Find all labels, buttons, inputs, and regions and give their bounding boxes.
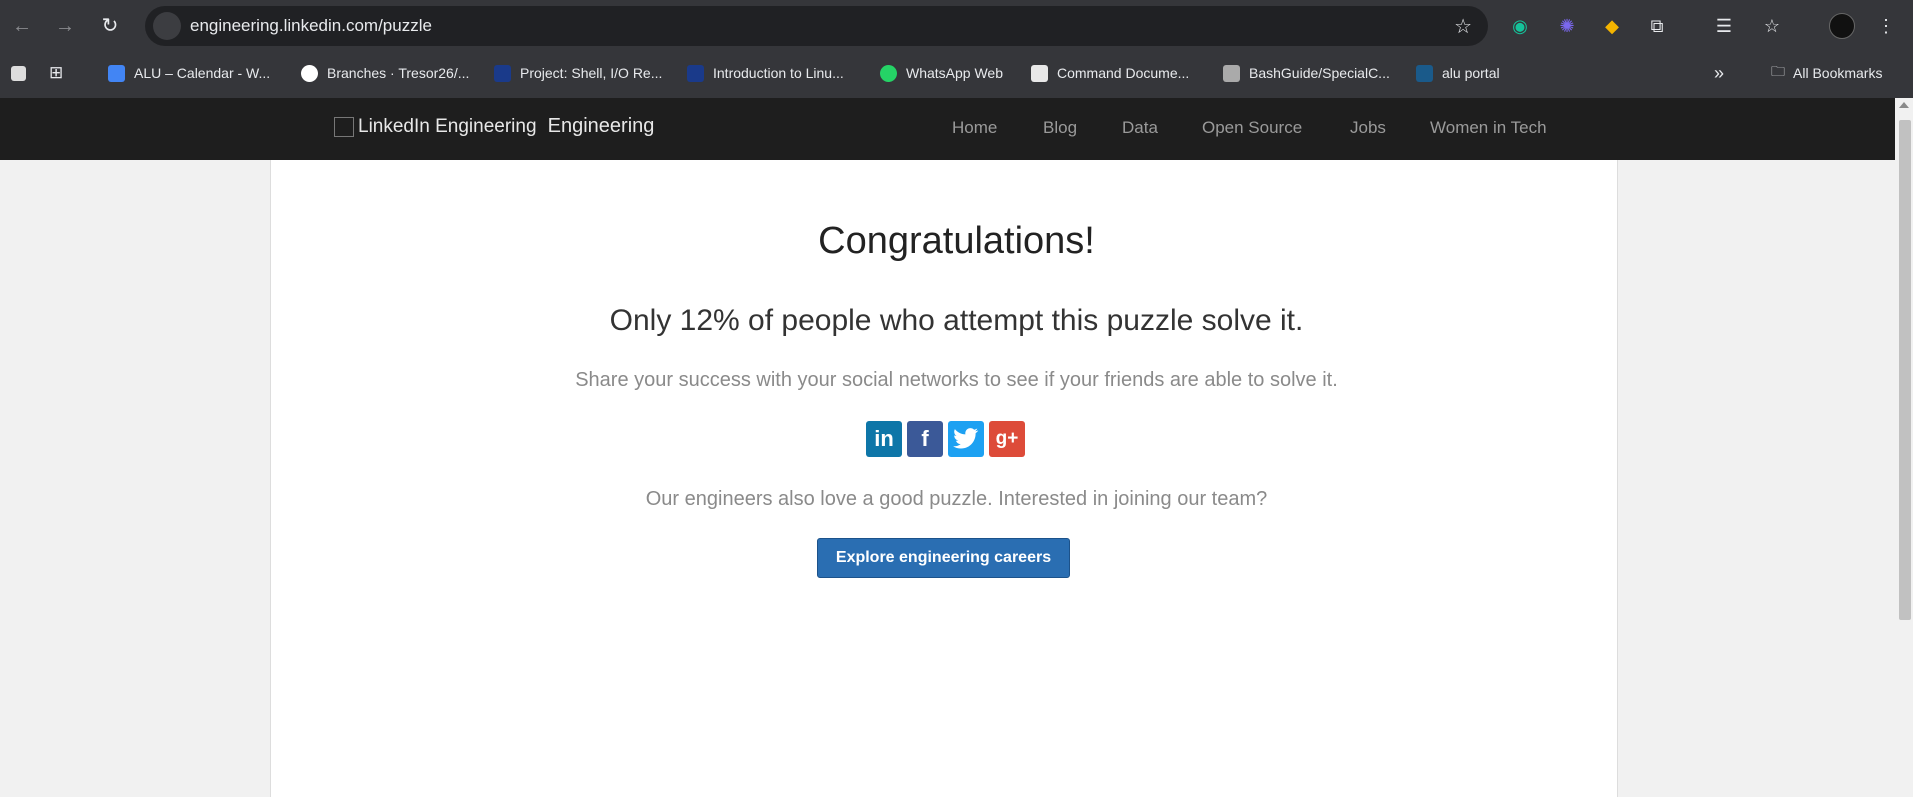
- bookmark-item[interactable]: ALU – Calendar - W...: [108, 62, 270, 84]
- site-settings-icon[interactable]: [153, 12, 181, 40]
- address-bar[interactable]: engineering.linkedin.com/puzzle ☆: [145, 6, 1488, 46]
- grammarly-extension-icon[interactable]: ◉: [1506, 12, 1534, 40]
- extensions-puzzle-icon[interactable]: ⧉: [1643, 12, 1671, 40]
- bookmark-item[interactable]: Command Docume...: [1031, 62, 1189, 84]
- google-plus-icon[interactable]: g+: [989, 421, 1025, 457]
- reload-button[interactable]: ↻: [96, 12, 124, 40]
- site-header: LinkedIn Engineering Engineering Home Bl…: [0, 98, 1895, 160]
- back-button[interactable]: ←: [8, 12, 36, 40]
- url-text: engineering.linkedin.com/puzzle: [190, 16, 432, 35]
- puzzle-stat: Only 12% of people who attempt this puzz…: [609, 304, 1304, 337]
- browser-toolbar: ← → ↻ engineering.linkedin.com/puzzle ☆ …: [0, 0, 1913, 52]
- bookmark-star-icon[interactable]: ☆: [1454, 14, 1472, 39]
- more-bookmarks-chevron-icon[interactable]: »: [1714, 62, 1724, 84]
- bookmark-item[interactable]: BashGuide/SpecialC...: [1223, 62, 1390, 84]
- page-title: Congratulations!: [818, 220, 1095, 262]
- folder-icon: 🗀: [1771, 63, 1785, 79]
- bookmark-apps-square-icon[interactable]: [11, 62, 35, 84]
- broken-image-icon: [334, 116, 354, 137]
- bookmarks-bar: ⊞ ALU – Calendar - W... Branches · Treso…: [0, 52, 1913, 92]
- scroll-up-arrow-icon[interactable]: [1899, 102, 1909, 108]
- bookmarks-panel-icon[interactable]: ☆: [1758, 12, 1786, 40]
- browser-chrome: ← → ↻ engineering.linkedin.com/puzzle ☆ …: [0, 0, 1913, 98]
- bookmark-item[interactable]: Branches · Tresor26/...: [301, 62, 469, 84]
- profile-avatar-icon[interactable]: [1828, 12, 1856, 40]
- nav-data[interactable]: Data: [1122, 118, 1158, 138]
- all-bookmarks-folder[interactable]: 🗀 All Bookmarks: [1771, 62, 1882, 84]
- join-text: Our engineers also love a good puzzle. I…: [645, 488, 1268, 510]
- bookmark-item[interactable]: WhatsApp Web: [880, 62, 1003, 84]
- nav-blog[interactable]: Blog: [1043, 118, 1077, 138]
- nav-home[interactable]: Home: [952, 118, 997, 138]
- twitter-icon[interactable]: [948, 421, 984, 457]
- extension-color-icon[interactable]: ◆: [1598, 12, 1626, 40]
- linkedin-icon[interactable]: in: [866, 421, 902, 457]
- twitter-bird-icon: [953, 428, 979, 449]
- apps-grid-icon[interactable]: ⊞: [49, 62, 63, 84]
- facebook-icon[interactable]: f: [907, 421, 943, 457]
- forward-button[interactable]: →: [51, 12, 79, 40]
- bookmark-item[interactable]: alu portal: [1416, 62, 1500, 84]
- share-text: Share your success with your social netw…: [575, 369, 1338, 391]
- page-title-wrap: Congratulations!: [0, 220, 1913, 263]
- social-share-buttons: in f g+: [866, 421, 1025, 457]
- nav-open-source[interactable]: Open Source: [1202, 118, 1302, 138]
- reading-list-icon[interactable]: ☰: [1710, 12, 1738, 40]
- scrollbar[interactable]: [1895, 98, 1913, 797]
- bookmark-item[interactable]: Project: Shell, I/O Re...: [494, 62, 662, 84]
- nav-women-in-tech[interactable]: Women in Tech: [1430, 118, 1547, 138]
- nav-jobs[interactable]: Jobs: [1350, 118, 1386, 138]
- bookmark-item[interactable]: Introduction to Linu...: [687, 62, 844, 84]
- site-logo[interactable]: LinkedIn Engineering Engineering: [334, 115, 654, 138]
- browser-menu-icon[interactable]: ⋮: [1872, 12, 1900, 40]
- scroll-thumb[interactable]: [1899, 120, 1911, 620]
- explore-careers-button[interactable]: Explore engineering careers: [817, 538, 1070, 578]
- extension-star-icon[interactable]: ✺: [1553, 12, 1581, 40]
